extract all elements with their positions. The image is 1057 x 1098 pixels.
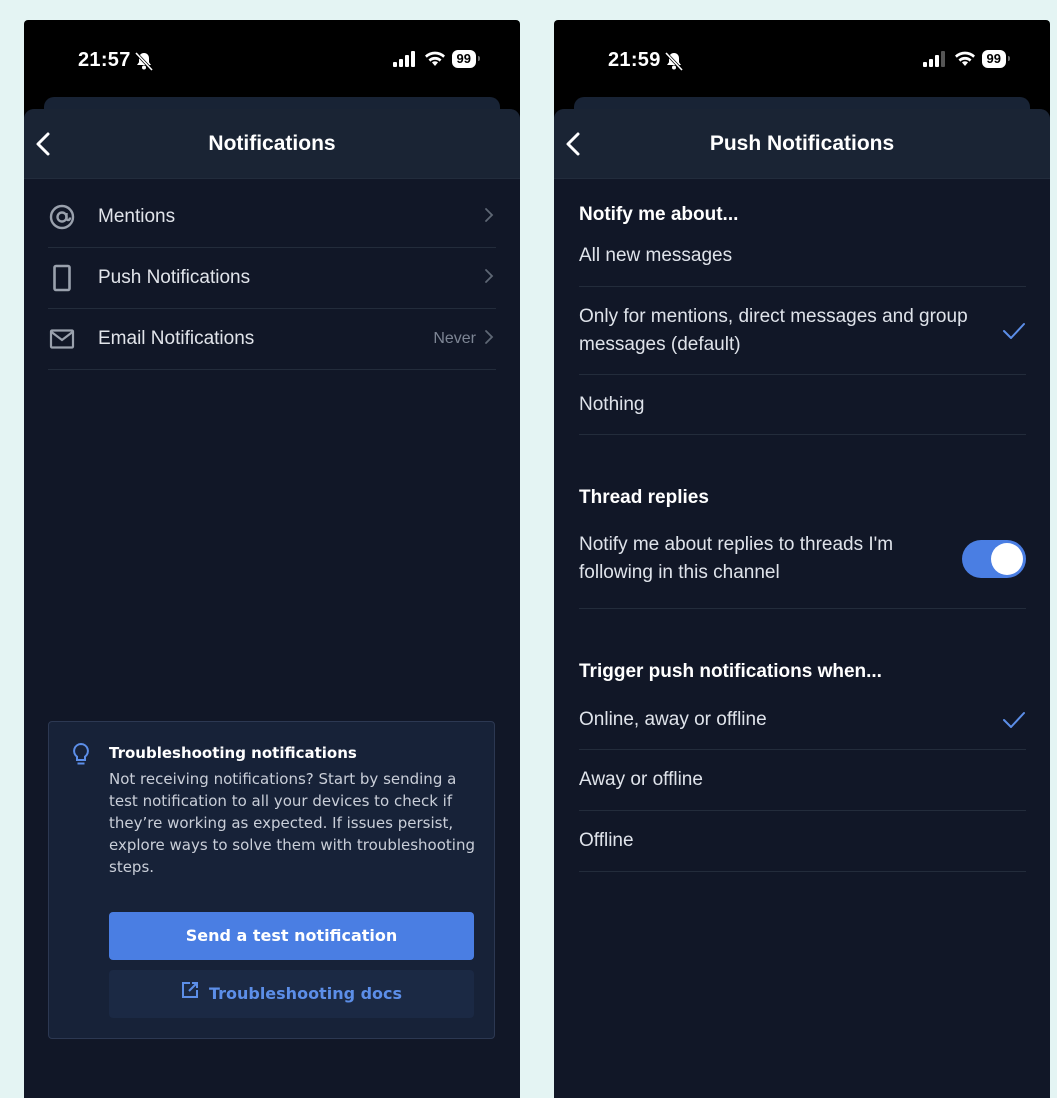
menu-item-value: Never [433,330,476,347]
battery-indicator: 99 [451,50,481,68]
trigger-options: Online, away or offline Away or offline … [579,690,1026,872]
trigger-section-title: Trigger push notifications when... [579,661,882,682]
status-time: 21:59 [608,49,661,71]
troubleshooting-card: Troubleshooting notifications Not receiv… [48,721,495,1039]
menu-item-email-notifications[interactable]: Email Notifications Never [48,309,496,370]
wifi-icon [954,51,975,66]
notify-section-title: Notify me about... [579,204,739,225]
checkmark-icon [998,711,1026,729]
option-mentions-default[interactable]: Only for mentions, direct messages and g… [579,287,1026,375]
option-label: Online, away or offline [579,708,767,730]
card-title: Troubleshooting notifications [109,744,357,762]
status-bar: 21:59 99 [554,20,1050,100]
signal-icon [922,51,945,67]
lightbulb-icon [71,742,91,772]
thread-replies-toggle[interactable] [962,539,1026,578]
thread-section-title: Thread replies [579,487,709,508]
status-bar: 21:57 99 [24,20,520,100]
signal-icon [392,51,415,67]
wifi-icon [424,51,445,66]
option-label: All new messages [579,245,733,266]
option-nothing[interactable]: Nothing [579,375,1026,435]
nav-header: Push Notifications [554,109,1050,179]
page-title: Notifications [208,132,336,155]
option-label: Away or offline [579,769,703,790]
notifications-screen: 21:57 99 Notifications Mentions Push Not… [24,20,520,1098]
option-label: Only for mentions, direct messages and g… [579,305,968,355]
option-away-offline[interactable]: Away or offline [579,750,1026,811]
status-indicators: 99 [392,50,481,68]
phone-icon [48,264,98,292]
option-all-new-messages[interactable]: All new messages [579,226,1026,287]
card-description: Not receiving notifications? Start by se… [109,770,475,876]
troubleshooting-docs-label: Troubleshooting docs [208,984,403,1003]
option-label: Offline [579,830,634,851]
screen-body: Push Notifications Notify me about... Al… [554,109,1050,1098]
page-title: Push Notifications [709,132,895,155]
thread-options: Notify me about replies to threads I'm f… [579,509,1026,609]
menu-item-label: Mentions [98,206,176,227]
chevron-right-icon [484,268,496,288]
bell-off-icon [664,51,684,75]
nav-header: Notifications [24,109,520,179]
thread-toggle-label: Notify me about replies to threads I'm f… [579,533,894,583]
menu-item-mentions[interactable]: Mentions [48,187,496,248]
screen-body: Notifications Mentions Push Notification… [24,109,520,1098]
mail-icon [48,325,98,353]
push-notifications-screen: 21:59 99 Push Notifications Notify me ab… [554,20,1050,1098]
thread-replies-row: Notify me about replies to threads I'm f… [579,509,1026,609]
notify-options: All new messages Only for mentions, dire… [579,226,1026,435]
option-offline[interactable]: Offline [579,811,1026,872]
status-time: 21:57 [78,49,131,71]
battery-indicator: 99 [981,50,1011,68]
option-label: Nothing [579,393,645,415]
chevron-right-icon [484,207,496,227]
status-indicators: 99 [922,50,1011,68]
option-online-away-offline[interactable]: Online, away or offline [579,690,1026,750]
menu-item-label: Push Notifications [98,267,251,288]
bell-off-icon [134,51,154,75]
menu-item-push-notifications[interactable]: Push Notifications [48,248,496,309]
menu-item-label: Email Notifications [98,328,255,349]
at-sign-icon [48,203,98,231]
troubleshooting-docs-button[interactable]: Troubleshooting docs [109,970,474,1018]
external-link-icon [181,970,199,1018]
chevron-right-icon [484,329,496,349]
checkmark-icon [998,322,1026,340]
send-test-notification-button[interactable]: Send a test notification [109,912,474,960]
notification-settings-list: Mentions Push Notifications Email Notifi… [48,187,496,370]
toggle-knob [991,542,1023,575]
